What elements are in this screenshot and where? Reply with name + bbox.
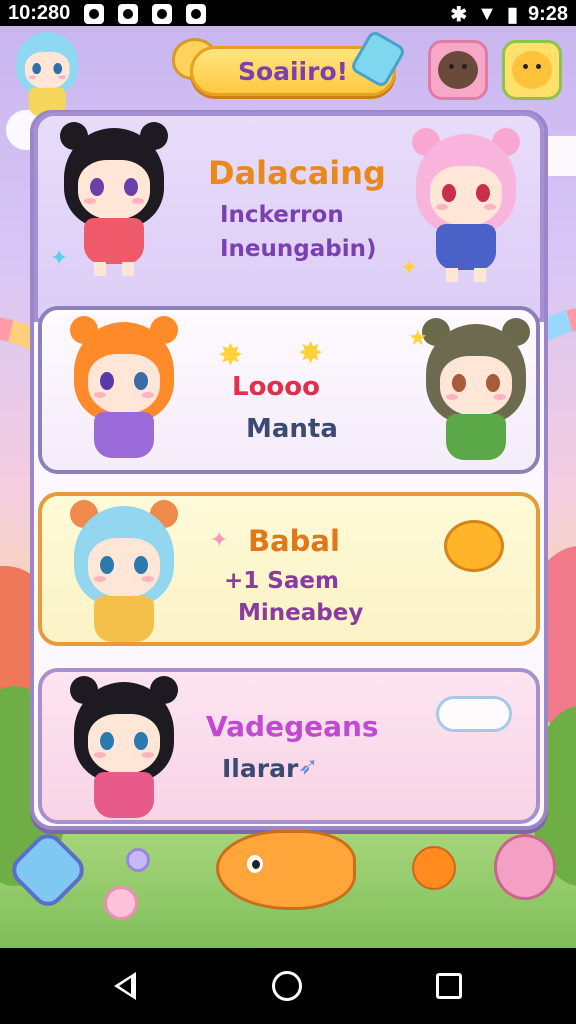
bear-friend-button[interactable] — [428, 40, 488, 100]
character-portrait — [416, 318, 536, 470]
player-avatar[interactable] — [10, 32, 96, 118]
bear-face-icon — [438, 51, 478, 89]
bird-notification-icon — [186, 3, 207, 24]
sunburst-icon: ✸ — [218, 338, 244, 373]
status-time-left: 10:280 — [8, 2, 71, 24]
character-portrait — [64, 676, 184, 820]
sunburst-icon: ✸ — [298, 336, 324, 371]
nav-home-button[interactable] — [272, 971, 302, 1001]
card-title: Vadegeans — [206, 710, 379, 743]
navigation-bar — [0, 948, 576, 1024]
flower-icon — [104, 886, 138, 920]
card-line: Inckerron — [220, 202, 344, 228]
cat-pet-button[interactable] — [502, 40, 562, 100]
flower-icon — [126, 848, 150, 872]
pet-creature — [444, 520, 504, 572]
orange-fruit-icon[interactable] — [412, 846, 456, 890]
wifi-icon: ▼ — [477, 3, 497, 25]
card-title: Dalacaing — [208, 154, 386, 192]
character-card-2[interactable]: ✦ Babal +1 Saem Mineabey — [38, 492, 540, 646]
card-line: Manta — [246, 414, 338, 444]
card-line: Mineabey — [238, 600, 364, 626]
star-icon: ✦ — [50, 246, 69, 271]
face-notification-icon — [118, 3, 139, 24]
card-title: Loooo — [232, 372, 321, 402]
character-portrait — [64, 316, 184, 470]
character-portrait — [406, 128, 526, 284]
card-line: +1 Saem — [224, 568, 339, 594]
bunny-pet[interactable] — [494, 834, 556, 900]
card-title: Babal — [248, 524, 340, 558]
dragon-pet[interactable] — [216, 830, 356, 910]
nav-recent-apps-button[interactable] — [436, 973, 462, 999]
status-bar: 10:280 ✱ ▼ ▮ 9:28 — [0, 0, 576, 26]
character-card-3[interactable]: Vadegeans Ilarar ➶ — [38, 668, 540, 824]
character-portrait — [54, 122, 174, 278]
star-icon: ★ — [408, 326, 428, 351]
nav-back-button[interactable] — [114, 972, 136, 1000]
cloud-icon — [436, 696, 512, 732]
card-line: Ineungabin) — [220, 236, 377, 262]
character-portrait — [64, 500, 184, 642]
camera-notification-icon — [152, 3, 173, 24]
status-time-right: 9:28 — [527, 3, 568, 25]
card-line: Ilarar — [222, 754, 299, 783]
cat-face-icon — [512, 51, 552, 89]
feather-icon: ➶ — [298, 752, 319, 780]
character-card-1[interactable]: ✸ ✸ Loooo Manta ★ — [38, 306, 540, 474]
notification-icon — [84, 3, 105, 24]
battery-icon: ▮ — [506, 4, 518, 26]
character-card-0[interactable]: Dalacaing Inckerron Ineungabin) ✦ ✦ — [34, 112, 544, 322]
star-icon: ✦ — [400, 256, 419, 281]
sparkle-icon: ✦ — [210, 528, 229, 553]
bluetooth-icon: ✱ — [450, 4, 468, 26]
page-title: Soaiiro! — [237, 56, 349, 86]
